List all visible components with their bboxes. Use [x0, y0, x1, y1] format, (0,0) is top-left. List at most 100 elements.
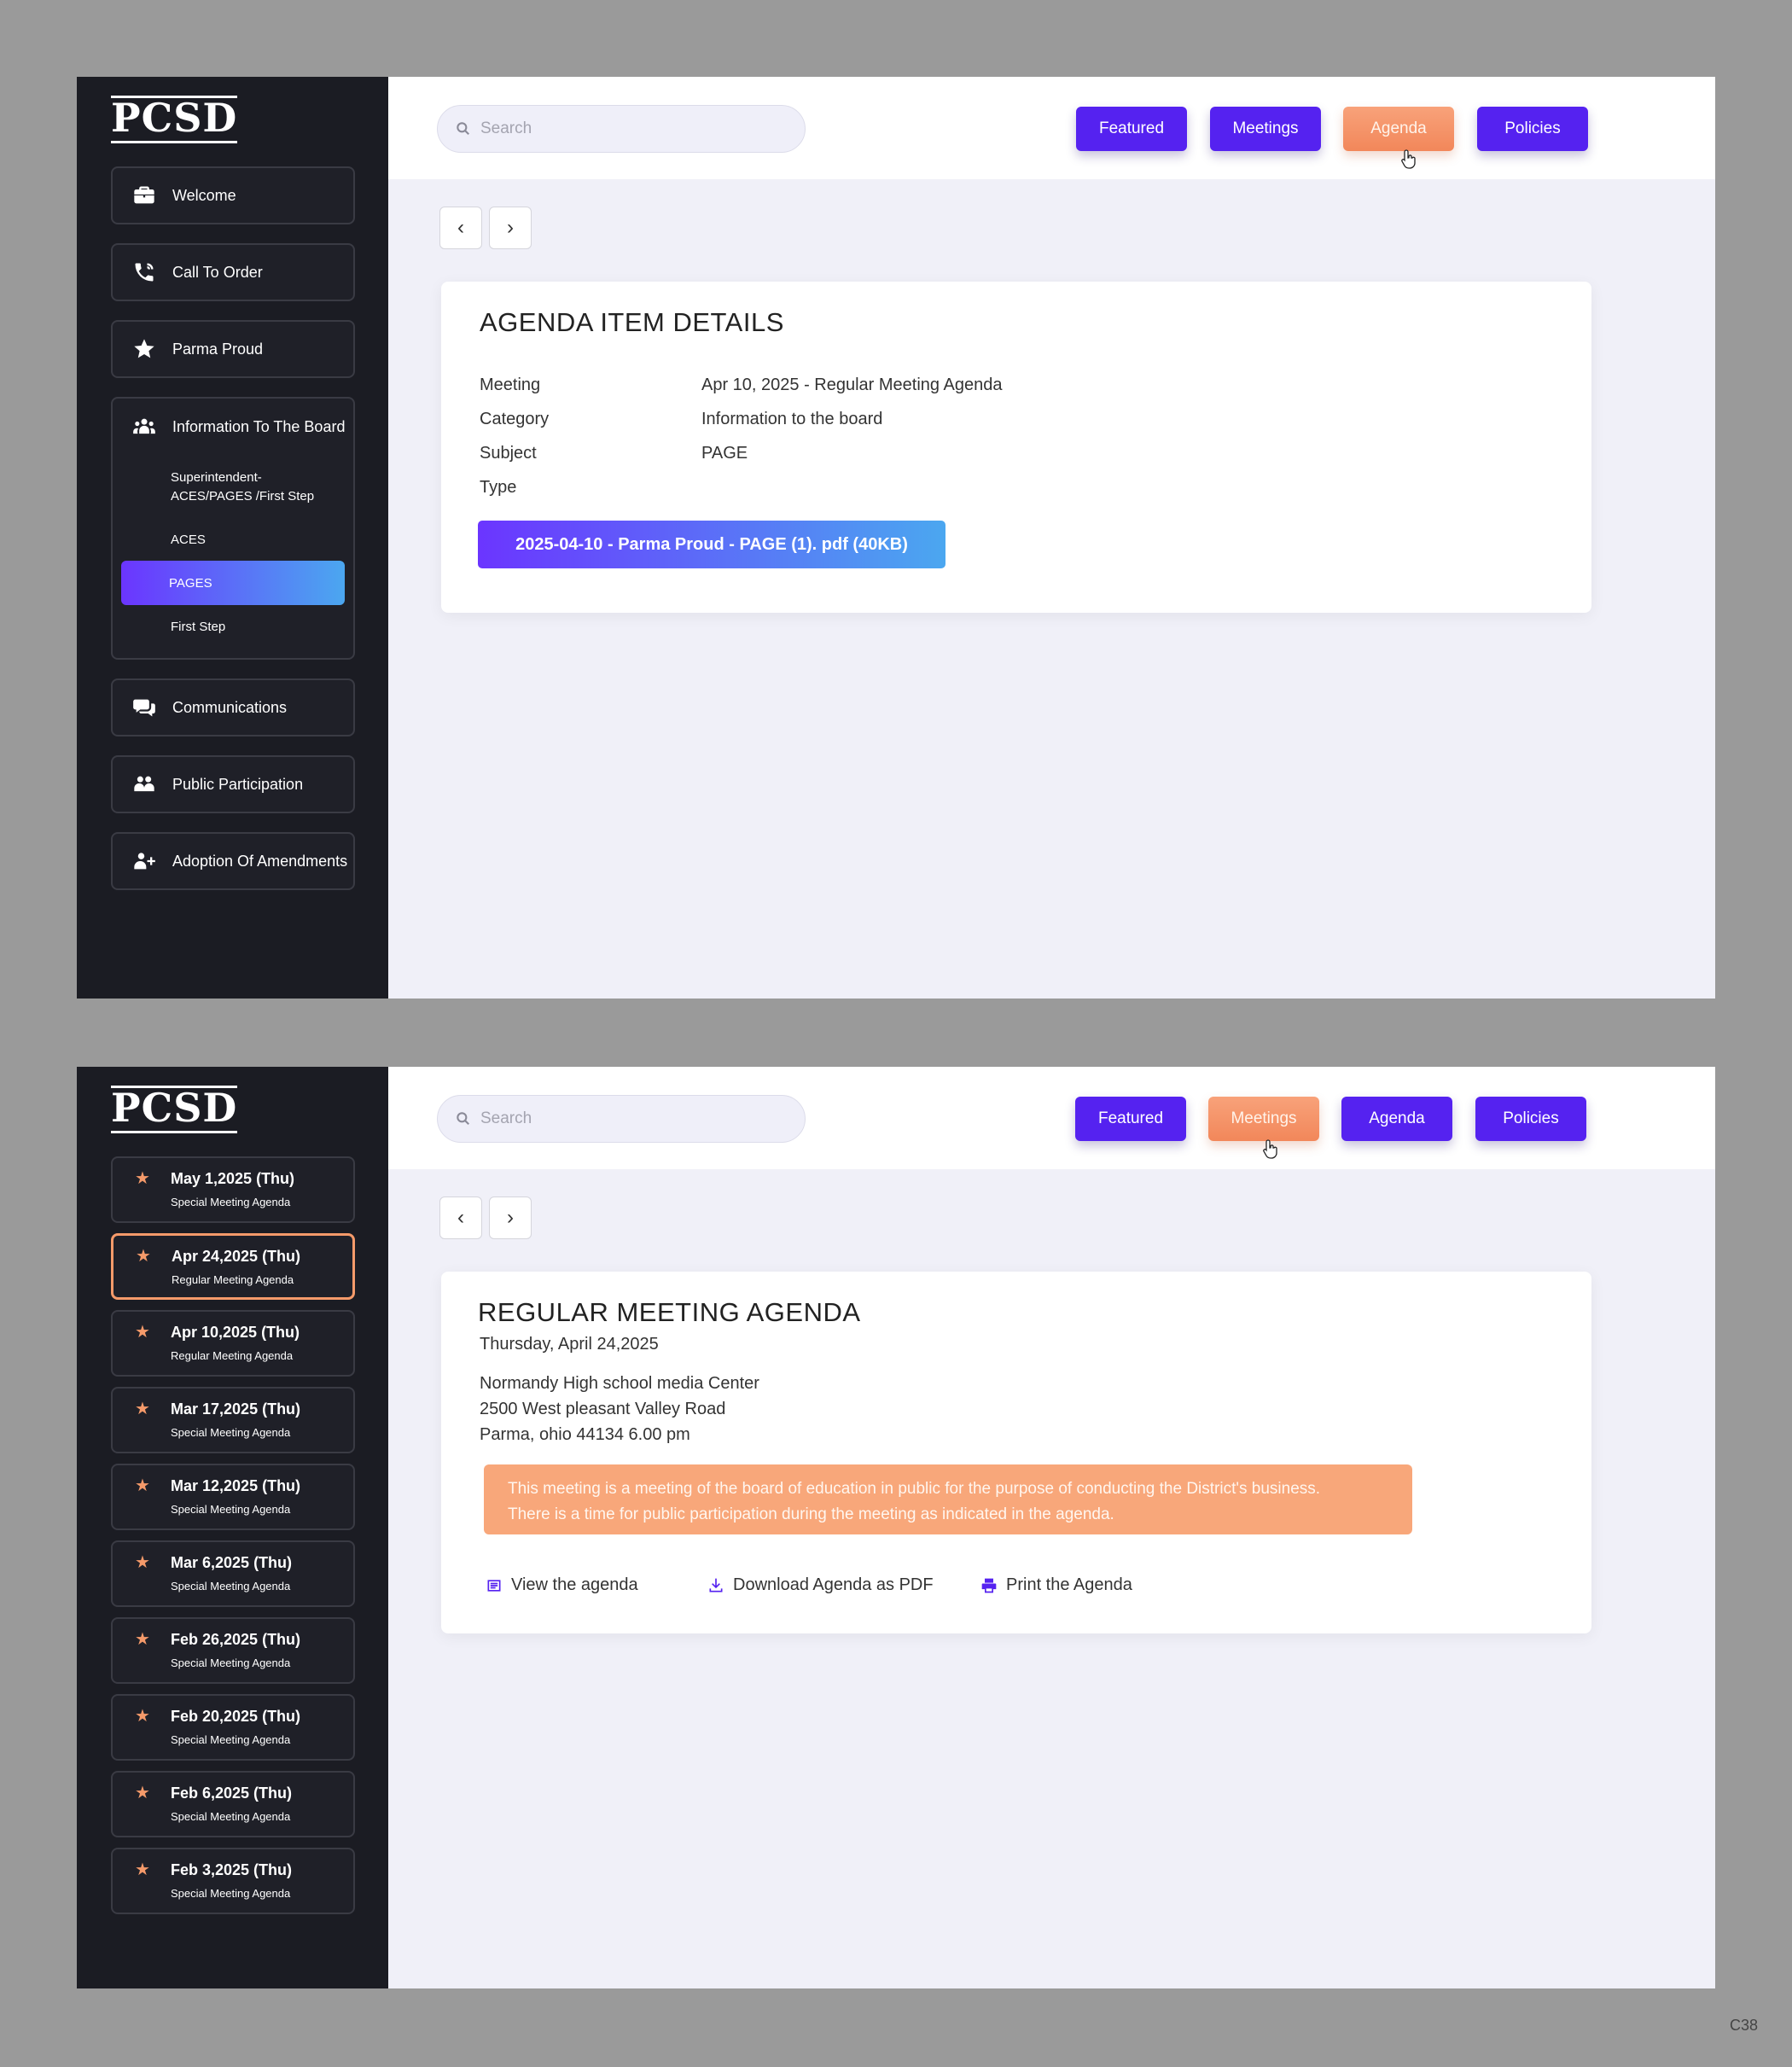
tab-featured[interactable]: Featured: [1076, 107, 1187, 151]
star-icon: ★: [135, 1784, 150, 1802]
search-icon: [457, 1112, 469, 1125]
top-bar: Featured Meetings Agenda Policies: [388, 77, 1715, 179]
star-icon: ★: [136, 1247, 151, 1266]
address-line: Parma, ohio 44134 6.00 pm: [480, 1425, 690, 1444]
search-box[interactable]: [437, 1095, 806, 1143]
sidebar-subitem-first-step[interactable]: First Step: [113, 605, 353, 648]
prev-button[interactable]: ‹: [439, 1197, 482, 1239]
corner-label: C38: [1729, 2017, 1758, 2034]
meeting-type: Special Meeting Agenda: [171, 1733, 291, 1746]
tab-featured[interactable]: Featured: [1075, 1097, 1186, 1141]
meeting-date: Feb 3,2025 (Thu): [171, 1861, 293, 1878]
meeting-date-text: Thursday, April 24,2025: [480, 1335, 659, 1354]
briefcase-icon: [131, 183, 157, 208]
card-title: AGENDA ITEM DETAILS: [480, 307, 784, 337]
meeting-item[interactable]: ★ Feb 6,2025 (Thu) Special Meeting Agenda: [111, 1771, 355, 1837]
phone-icon: [131, 259, 157, 285]
tab-agenda[interactable]: Agenda: [1343, 107, 1454, 151]
meeting-type: Special Meeting Agenda: [171, 1196, 291, 1208]
meeting-item[interactable]: ★ Mar 17,2025 (Thu) Special Meeting Agenda: [111, 1387, 355, 1453]
pcsd-logo[interactable]: PCSD: [111, 96, 238, 143]
tab-agenda[interactable]: Agenda: [1341, 1097, 1452, 1141]
meeting-item[interactable]: ★ Apr 10,2025 (Thu) Regular Meeting Agenda: [111, 1310, 355, 1377]
next-button[interactable]: ›: [489, 1197, 532, 1239]
detail-row-category: Category Information to the board: [480, 410, 882, 429]
detail-value: Information to the board: [701, 410, 883, 428]
meeting-item[interactable]: ★ Mar 12,2025 (Thu) Special Meeting Agenda: [111, 1464, 355, 1530]
sidebar-item-label: Adoption Of Amendments: [172, 852, 348, 870]
search-box[interactable]: [437, 105, 806, 153]
print-agenda-link[interactable]: Print the Agenda: [980, 1575, 1132, 1595]
meeting-date: Apr 24,2025 (Thu): [172, 1248, 301, 1265]
meeting-type: Regular Meeting Agenda: [171, 1349, 294, 1362]
sidebar-item-label: Public Participation: [172, 775, 304, 793]
hand-cursor-icon: [1263, 1139, 1277, 1159]
tab-policies[interactable]: Policies: [1475, 1097, 1586, 1141]
meeting-item[interactable]: ★ Feb 3,2025 (Thu) Special Meeting Agenda: [111, 1848, 355, 1914]
sidebar-item-adoption-of-amendments[interactable]: Adoption Of Amendments: [111, 832, 355, 890]
star-icon: ★: [135, 1476, 150, 1495]
star-icon: ★: [135, 1323, 150, 1342]
meeting-item[interactable]: ★ Feb 20,2025 (Thu) Special Meeting Agenda: [111, 1694, 355, 1761]
sidebar-item-label: Call To Order: [172, 263, 263, 281]
sidebar-group-information: Information To The Board Superintendent-…: [111, 397, 355, 660]
prev-button[interactable]: ‹: [439, 207, 482, 249]
download-icon: [709, 1578, 723, 1592]
star-icon: ★: [135, 1860, 150, 1879]
detail-value: Apr 10, 2025 - Regular Meeting Agenda: [701, 376, 1003, 394]
screen-agenda-item: PCSD Welcome Call To Order Parma Proud I…: [77, 77, 1715, 999]
notice-line: There is a time for public participation…: [508, 1505, 1114, 1523]
screen-meetings: PCSD ★ May 1,2025 (Thu) Special Meeting Ag…: [77, 1067, 1715, 1988]
meeting-type: Special Meeting Agenda: [171, 1810, 291, 1823]
meeting-date: Feb 20,2025 (Thu): [171, 1708, 301, 1725]
tab-meetings[interactable]: Meetings: [1210, 107, 1321, 151]
meeting-date: May 1,2025 (Thu): [171, 1170, 295, 1187]
star-icon: ★: [135, 1169, 150, 1188]
meeting-type: Regular Meeting Agenda: [172, 1273, 294, 1286]
meeting-item-selected[interactable]: ★ Apr 24,2025 (Thu) Regular Meeting Agenda: [111, 1233, 355, 1300]
meeting-date: Mar 12,2025 (Thu): [171, 1477, 301, 1494]
meeting-item[interactable]: ★ Mar 6,2025 (Thu) Special Meeting Agenda: [111, 1540, 355, 1607]
sidebar-item-public-participation[interactable]: Public Participation: [111, 755, 355, 813]
meeting-type: Special Meeting Agenda: [171, 1887, 291, 1900]
sidebar-nav: Welcome Call To Order Parma Proud Inform…: [111, 166, 355, 909]
tab-meetings[interactable]: Meetings: [1208, 1097, 1319, 1141]
sidebar-item-call-to-order[interactable]: Call To Order: [111, 243, 355, 301]
pcsd-logo[interactable]: PCSD: [111, 1086, 238, 1133]
view-agenda-link[interactable]: View the agenda: [486, 1575, 638, 1595]
detail-row-type: Type: [480, 478, 701, 498]
sidebar-item-label: Parma Proud: [172, 340, 264, 358]
meeting-date-list: ★ May 1,2025 (Thu) Special Meeting Agenda …: [111, 1156, 355, 1924]
sidebar-item-label: Communications: [172, 698, 288, 716]
address-line: Normandy High school media Center: [480, 1374, 759, 1393]
download-agenda-link[interactable]: Download Agenda as PDF: [707, 1575, 934, 1595]
sidebar-item-label: Welcome: [172, 186, 236, 204]
sidebar-subitem-superintendent[interactable]: Superintendent-ACES/PAGES /First Step: [113, 455, 353, 518]
sidebar-subitem-aces[interactable]: ACES: [113, 518, 353, 561]
next-button[interactable]: ›: [489, 207, 532, 249]
detail-key: Category: [480, 410, 550, 428]
sidebar-item-parma-proud[interactable]: Parma Proud: [111, 320, 355, 378]
action-label: View the agenda: [511, 1575, 638, 1594]
sidebar-item-welcome[interactable]: Welcome: [111, 166, 355, 224]
user-plus-icon: [131, 848, 157, 874]
search-input[interactable]: [480, 119, 788, 138]
meeting-item[interactable]: ★ Feb 26,2025 (Thu) Special Meeting Agenda: [111, 1617, 355, 1684]
sidebar: PCSD Welcome Call To Order Parma Proud I…: [77, 77, 388, 999]
star-icon: ★: [135, 1553, 150, 1572]
meeting-item[interactable]: ★ May 1,2025 (Thu) Special Meeting Agenda: [111, 1156, 355, 1223]
sidebar-item-communications[interactable]: Communications: [111, 678, 355, 737]
sidebar-item-information-to-the-board[interactable]: Information To The Board: [113, 399, 353, 455]
chat-icon: [131, 695, 157, 720]
sidebar-subitem-pages[interactable]: PAGES: [121, 561, 345, 605]
meeting-type: Special Meeting Agenda: [171, 1580, 291, 1592]
search-input[interactable]: [480, 1109, 788, 1128]
tab-policies[interactable]: Policies: [1477, 107, 1588, 151]
action-label: Print the Agenda: [1006, 1575, 1132, 1594]
group-icon: [131, 771, 157, 797]
meeting-date: Feb 26,2025 (Thu): [171, 1631, 301, 1648]
main-content: Featured Meetings Agenda Policies ‹ › RE…: [388, 1067, 1715, 1988]
meeting-date: Apr 10,2025 (Thu): [171, 1324, 300, 1341]
file-download-button[interactable]: 2025-04-10 - Parma Proud - PAGE (1). pdf…: [478, 521, 945, 568]
meeting-agenda-card: REGULAR MEETING AGENDA Thursday, April 2…: [441, 1272, 1591, 1633]
